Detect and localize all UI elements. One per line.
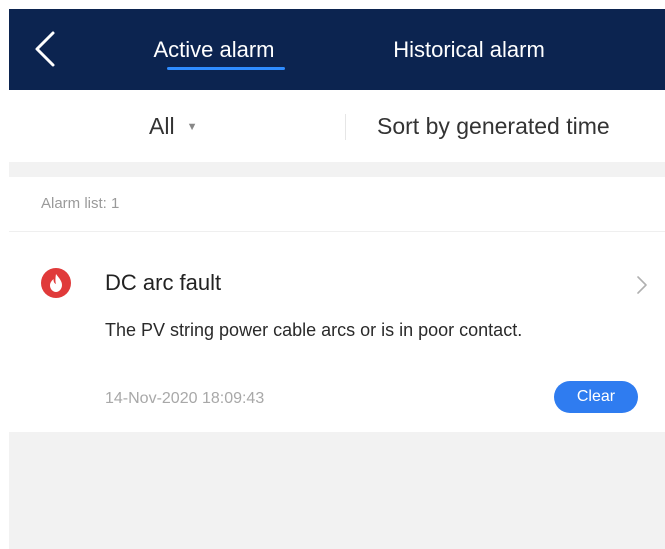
alarm-type-filter-value: All: [149, 112, 175, 139]
caret-down-icon: ▼: [186, 121, 198, 133]
alarm-description: The PV string power cable arcs or is in …: [105, 320, 523, 340]
tab-historical-alarm[interactable]: Historical alarm: [359, 9, 579, 90]
alarm-count-label: Alarm list: 1: [41, 195, 120, 212]
alarm-type-filter-dropdown[interactable]: All ▼: [149, 90, 197, 162]
alarm-title: DC arc fault: [105, 270, 222, 295]
filter-bar: All ▼ Sort by generated time: [9, 90, 665, 162]
alarm-list-header: Alarm list: 1: [9, 177, 665, 232]
chevron-right-icon: [637, 276, 647, 294]
app-screen: Active alarm Historical alarm All ▼ Sort…: [9, 9, 665, 549]
clear-button[interactable]: Clear: [554, 381, 638, 413]
tab-active-alarm[interactable]: Active alarm: [134, 9, 294, 90]
sort-selector[interactable]: Sort by generated time: [377, 90, 610, 162]
sort-selector-label: Sort by generated time: [377, 112, 610, 139]
chevron-left-icon: [35, 31, 55, 67]
tab-historical-alarm-label: Historical alarm: [393, 36, 545, 62]
alarm-timestamp: 14-Nov-2020 18:09:43: [105, 390, 265, 407]
filter-divider: [345, 114, 346, 140]
fire-alarm-icon: [41, 268, 71, 298]
back-button[interactable]: [27, 27, 67, 71]
alarm-list-item[interactable]: DC arc fault The PV string power cable a…: [9, 232, 665, 432]
tab-active-alarm-label: Active alarm: [153, 36, 275, 62]
top-navigation-bar: Active alarm Historical alarm: [9, 9, 665, 90]
active-tab-indicator: [167, 67, 285, 70]
